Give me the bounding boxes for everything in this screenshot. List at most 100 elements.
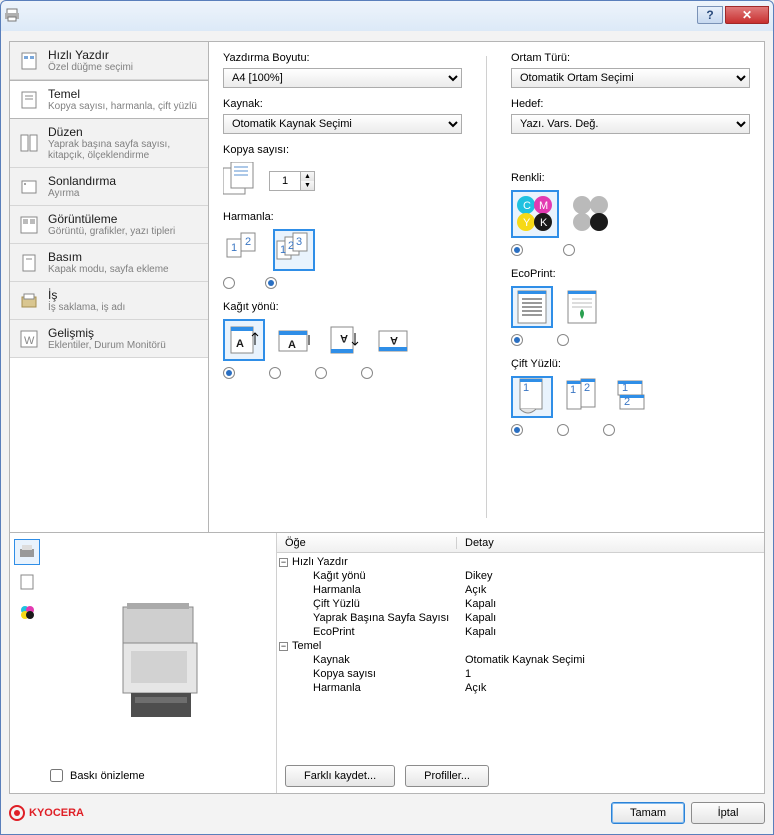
spin-down[interactable]: ▼ [300, 181, 314, 190]
grid-item-value: Otomatik Kaynak Seçimi [457, 654, 764, 666]
printer-illustration [95, 593, 225, 733]
duplex-radio-3[interactable] [603, 424, 615, 436]
color-full-option[interactable]: CMYK [511, 190, 559, 238]
tab-advanced[interactable]: WGelişmişEklentiler, Durum Monitörü [10, 320, 208, 358]
tab-label: Hızlı Yazdır [48, 48, 133, 62]
duplex-radio-1[interactable] [511, 424, 523, 436]
print-preferences-window: ? ✕ Hızlı YazdırÖzel düğme seçimiTemelKo… [0, 0, 774, 835]
tab-basic-icon [18, 89, 40, 111]
orientation-radio-2[interactable] [269, 367, 281, 379]
tab-layout[interactable]: DüzenYaprak başına sayfa sayısı, kitapçı… [10, 119, 208, 168]
grid-row[interactable]: Çift YüzlüKapalı [277, 597, 764, 611]
orientation-portrait[interactable]: A [223, 319, 265, 361]
preview-tab-page[interactable] [14, 569, 40, 595]
copies-spinner[interactable]: ▲▼ [269, 171, 315, 191]
preview-checkbox-input[interactable] [50, 769, 63, 782]
tab-sublabel: Görüntü, grafikler, yazı tipleri [48, 226, 175, 237]
profiles-button[interactable]: Profiller... [405, 765, 489, 787]
tab-basic[interactable]: TemelKopya sayısı, harmanla, çift yüzlü [10, 80, 208, 119]
preview-tab-color[interactable] [14, 599, 40, 625]
ecoprint-on-option[interactable] [561, 286, 603, 328]
svg-text:2: 2 [288, 240, 294, 252]
copies-label: Kopya sayısı: [223, 144, 462, 156]
color-mono-radio[interactable] [563, 244, 575, 256]
color-full-radio[interactable] [511, 244, 523, 256]
grid-row[interactable]: HarmanlaAçık [277, 583, 764, 597]
ecoprint-on-radio[interactable] [557, 334, 569, 346]
printer-preview: Baskı önizleme [44, 533, 276, 793]
grid-item-value: Açık [457, 584, 764, 596]
svg-text:2: 2 [245, 236, 251, 248]
orientation-portrait-rotated[interactable]: A [323, 319, 365, 361]
tree-toggle-icon[interactable]: − [279, 558, 288, 567]
media-type-select[interactable]: Otomatik Ortam Seçimi [511, 68, 750, 88]
close-button[interactable]: ✕ [725, 6, 769, 24]
print-size-select[interactable]: A4 [100%] [223, 68, 462, 88]
tab-quick[interactable]: Hızlı YazdırÖzel düğme seçimi [10, 42, 208, 80]
svg-text:3: 3 [296, 236, 302, 248]
svg-text:1: 1 [622, 382, 628, 394]
collate-label: Harmanla: [223, 211, 462, 223]
grid-item-value: Kapalı [457, 626, 764, 638]
orientation-radio-4[interactable] [361, 367, 373, 379]
tab-publish[interactable]: BasımKapak modu, sayfa ekleme [10, 244, 208, 282]
svg-text:2: 2 [584, 382, 590, 394]
duplex-short-edge-option[interactable]: 12 [611, 376, 653, 418]
tab-finish[interactable]: SonlandırmaAyırma [10, 168, 208, 206]
svg-text:2: 2 [624, 396, 630, 408]
ok-button[interactable]: Tamam [611, 802, 685, 824]
source-select[interactable]: Otomatik Kaynak Seçimi [223, 114, 462, 134]
orientation-landscape[interactable]: A [273, 319, 315, 361]
grid-item-value: Kapalı [457, 612, 764, 624]
tab-layout-icon [18, 132, 40, 154]
cancel-button[interactable]: İptal [691, 802, 765, 824]
grid-row[interactable]: EcoPrintKapalı [277, 625, 764, 639]
grid-row[interactable]: Kağıt yönüDikey [277, 569, 764, 583]
orientation-radio-1[interactable] [223, 367, 235, 379]
duplex-radio-2[interactable] [557, 424, 569, 436]
grid-row[interactable]: −Hızlı Yazdır [277, 555, 764, 569]
grid-col-detail[interactable]: Detay [457, 537, 502, 549]
source-label: Kaynak: [223, 98, 462, 110]
grid-row[interactable]: Yaprak Başına Sayfa SayısıKapalı [277, 611, 764, 625]
spin-up[interactable]: ▲ [300, 172, 314, 181]
orientation-radio-3[interactable] [315, 367, 327, 379]
grid-row[interactable]: −Temel [277, 639, 764, 653]
color-mono-option[interactable] [567, 190, 615, 238]
help-button[interactable]: ? [697, 6, 723, 24]
footer-buttons: Tamam İptal [611, 802, 765, 824]
collate-on-radio[interactable] [265, 277, 277, 289]
grid-row[interactable]: HarmanlaAçık [277, 681, 764, 695]
tab-quick-icon [18, 50, 40, 72]
grid-row[interactable]: KaynakOtomatik Kaynak Seçimi [277, 653, 764, 667]
color-label: Renkli: [511, 172, 750, 184]
preview-checkbox-label: Baskı önizleme [70, 770, 145, 782]
ecoprint-off-radio[interactable] [511, 334, 523, 346]
svg-text:Y: Y [523, 217, 531, 229]
grid-col-item[interactable]: Öğe [277, 537, 457, 549]
grid-item-label: Kağıt yönü [313, 570, 366, 582]
preview-checkbox[interactable]: Baskı önizleme [46, 766, 145, 785]
duplex-off-option[interactable]: 1 [511, 376, 553, 418]
destination-label: Hedef: [511, 98, 750, 110]
save-as-button[interactable]: Farklı kaydet... [285, 765, 395, 787]
collate-off-radio[interactable] [223, 277, 235, 289]
orientation-landscape-rotated[interactable]: A [373, 319, 415, 361]
destination-select[interactable]: Yazı. Vars. Değ. [511, 114, 750, 134]
svg-text:K: K [540, 217, 548, 229]
tab-imaging-icon [18, 214, 40, 236]
media-type-label: Ortam Türü: [511, 52, 750, 64]
ecoprint-options [511, 286, 750, 328]
copies-input[interactable] [270, 172, 300, 190]
ecoprint-off-option[interactable] [511, 286, 553, 328]
tab-imaging[interactable]: GörüntülemeGörüntü, grafikler, yazı tipl… [10, 206, 208, 244]
tab-label: Düzen [48, 125, 200, 139]
grid-row[interactable]: Kopya sayısı1 [277, 667, 764, 681]
tree-toggle-icon[interactable]: − [279, 642, 288, 651]
preview-tab-printer[interactable] [14, 539, 40, 565]
grid-body[interactable]: −Hızlı YazdırKağıt yönüDikeyHarmanlaAçık… [277, 553, 764, 759]
duplex-long-edge-option[interactable]: 12 [561, 376, 603, 418]
tab-job[interactable]: İşİş saklama, iş adı [10, 282, 208, 320]
collate-on-option[interactable]: 123 [273, 229, 315, 271]
collate-off-option[interactable]: 12 [223, 229, 265, 271]
